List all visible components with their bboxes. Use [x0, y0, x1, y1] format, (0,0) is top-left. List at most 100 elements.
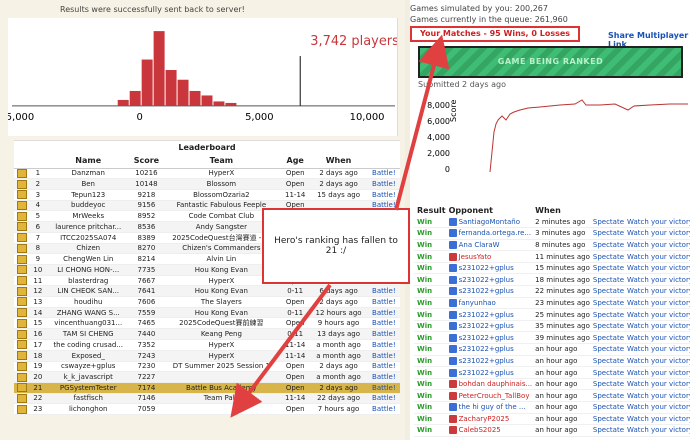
watch-victory-link[interactable]: Watch your victory [624, 250, 690, 263]
battle-link[interactable]: Battle! [367, 371, 400, 383]
watch-victory-link[interactable]: Watch your victory [624, 424, 690, 437]
leaderboard-cell: vincenthuang031... [45, 317, 132, 330]
opponent-link[interactable]: s231022+gplus [445, 273, 533, 287]
watch-victory-link[interactable]: Watch your victory [624, 227, 690, 240]
rank-badge-icon [17, 393, 28, 403]
opponent-link[interactable]: s231022+gplus [445, 366, 533, 379]
matches-table: Result Opponent When Win SantiagoMontaño 2 m… [414, 204, 690, 437]
match-row: Win s231022+gplus an hour ago Spectate Watch… [414, 343, 690, 356]
opponent-link[interactable]: fernanda.ortega.re... [445, 227, 533, 240]
battle-link[interactable]: Battle! [367, 339, 400, 351]
opponent-link[interactable]: s231022+gplus [445, 285, 533, 298]
spectate-link[interactable]: Spectate [589, 227, 625, 240]
watch-victory-link[interactable]: Watch your victory [624, 216, 690, 229]
battle-link[interactable]: Battle! [367, 403, 400, 415]
watch-victory-link[interactable]: Watch your victory [624, 273, 690, 287]
leaderboard-column-header[interactable] [367, 154, 400, 169]
match-time: an hour ago [532, 366, 590, 379]
watch-victory-link[interactable]: Watch your victory [624, 366, 690, 379]
watch-victory-link[interactable]: Watch your victory [624, 378, 690, 391]
leaderboard-cell: Open [281, 317, 310, 330]
opponent-link[interactable]: JesusYato [445, 250, 533, 263]
leaderboard-cell: Tepun123 [45, 189, 132, 201]
opponent-link[interactable]: s231022+gplus [445, 331, 533, 345]
watch-victory-link[interactable]: Watch your victory [624, 401, 690, 414]
watch-victory-link[interactable]: Watch your victory [624, 262, 690, 275]
spectate-link[interactable]: Spectate [589, 355, 625, 368]
watch-victory-link[interactable]: Watch your victory [624, 389, 690, 402]
leaderboard-cell: lichonghon [45, 403, 132, 415]
battle-link[interactable]: Battle! [367, 285, 400, 298]
watch-victory-link[interactable]: Watch your victory [624, 320, 690, 333]
leaderboard-column-header[interactable]: Score [131, 154, 162, 169]
battle-link[interactable]: Battle! [367, 317, 400, 330]
leaderboard-cell: 7735 [131, 264, 162, 276]
spectate-link[interactable]: Spectate [589, 320, 625, 333]
spectate-link[interactable]: Spectate [589, 366, 625, 379]
battle-link[interactable]: Battle! [367, 328, 400, 341]
leaderboard-column-header[interactable]: Name [45, 154, 132, 169]
battle-link[interactable]: Battle! [367, 393, 400, 405]
spectate-link[interactable]: Spectate [589, 378, 625, 391]
leaderboard-cell: 8270 [131, 243, 162, 255]
leaderboard-cell: 7243 [131, 350, 162, 362]
leaderboard-cell: PGSystemTester [45, 382, 132, 394]
watch-victory-link[interactable]: Watch your victory [624, 308, 690, 321]
opponent-link[interactable]: Ana ClaraW [445, 239, 533, 252]
leaderboard-column-header[interactable]: When [309, 154, 368, 169]
opponent-link[interactable]: s231022+gplus [445, 355, 533, 368]
spectate-link[interactable]: Spectate [589, 297, 625, 310]
spectate-link[interactable]: Spectate [589, 216, 625, 229]
watch-victory-link[interactable]: Watch your victory [624, 239, 690, 252]
histogram-bar [117, 99, 129, 106]
spectate-link[interactable]: Spectate [589, 401, 625, 414]
opponent-link[interactable]: the hi guy of the ... [445, 401, 533, 414]
battle-link[interactable]: Battle! [367, 296, 400, 308]
spectate-link[interactable]: Spectate [589, 343, 625, 356]
battle-link[interactable]: Battle! [367, 350, 400, 362]
spectate-link[interactable]: Spectate [589, 285, 625, 298]
leaderboard-column-header[interactable]: Team [161, 154, 282, 169]
watch-victory-link[interactable]: Watch your victory [624, 413, 690, 426]
battle-link[interactable]: Battle! [367, 168, 400, 180]
spectate-link[interactable]: Spectate [589, 262, 625, 275]
watch-victory-link[interactable]: Watch your victory [624, 355, 690, 368]
leaderboard-column-header[interactable]: Age [281, 154, 310, 169]
battle-link[interactable]: Battle! [367, 361, 400, 373]
opponent-link[interactable]: s231022+gplus [445, 320, 533, 333]
spectate-link[interactable]: Spectate [589, 250, 625, 263]
battle-link[interactable]: Battle! [367, 189, 400, 201]
opponent-link[interactable]: ZacharyP2025 [445, 413, 533, 426]
battle-link[interactable]: Battle! [367, 382, 400, 394]
spectate-link[interactable]: Spectate [589, 413, 625, 426]
opponent-link[interactable]: SantiagoMontaño [445, 216, 533, 229]
rank-badge-icon [17, 372, 28, 382]
spectate-link[interactable]: Spectate [589, 389, 625, 402]
spectate-link[interactable]: Spectate [589, 239, 625, 252]
opponent-link[interactable]: s231022+gplus [445, 308, 533, 321]
opponent-link[interactable]: s231022+gplus [445, 262, 533, 275]
battle-link[interactable]: Battle! [367, 178, 400, 190]
opponent-link[interactable]: CalebS2025 [445, 424, 533, 437]
leaderboard-column-header[interactable] [30, 154, 46, 169]
watch-victory-link[interactable]: Watch your victory [624, 343, 690, 356]
leaderboard-cell: 12 [30, 285, 46, 298]
leaderboard-cell: fastfisch [45, 393, 132, 405]
watch-victory-link[interactable]: Watch your victory [624, 285, 690, 298]
leaderboard-cell: 16 [30, 328, 46, 341]
spectate-link[interactable]: Spectate [589, 308, 625, 321]
opponent-link[interactable]: PeterCrouch_TallBoy [445, 389, 533, 402]
opponent-link[interactable]: bohdan dauphinais... [445, 378, 533, 391]
battle-link[interactable]: Battle! [367, 307, 400, 319]
leaderboard-column-header[interactable] [14, 154, 31, 169]
match-result: Win [414, 355, 446, 368]
watch-victory-link[interactable]: Watch your victory [624, 297, 690, 310]
spectate-link[interactable]: Spectate [589, 331, 625, 345]
spectate-link[interactable]: Spectate [589, 273, 625, 287]
matches-column-header: When [535, 205, 561, 215]
opponent-link[interactable]: fanyunhao [445, 297, 533, 310]
watch-victory-link[interactable]: Watch your victory [624, 331, 690, 345]
spectate-link[interactable]: Spectate [589, 424, 625, 437]
leaderboard-table: Name Score Team Age When 1 Danzman 10216 HyperX… [14, 154, 400, 415]
opponent-link[interactable]: s231022+gplus [445, 343, 533, 356]
